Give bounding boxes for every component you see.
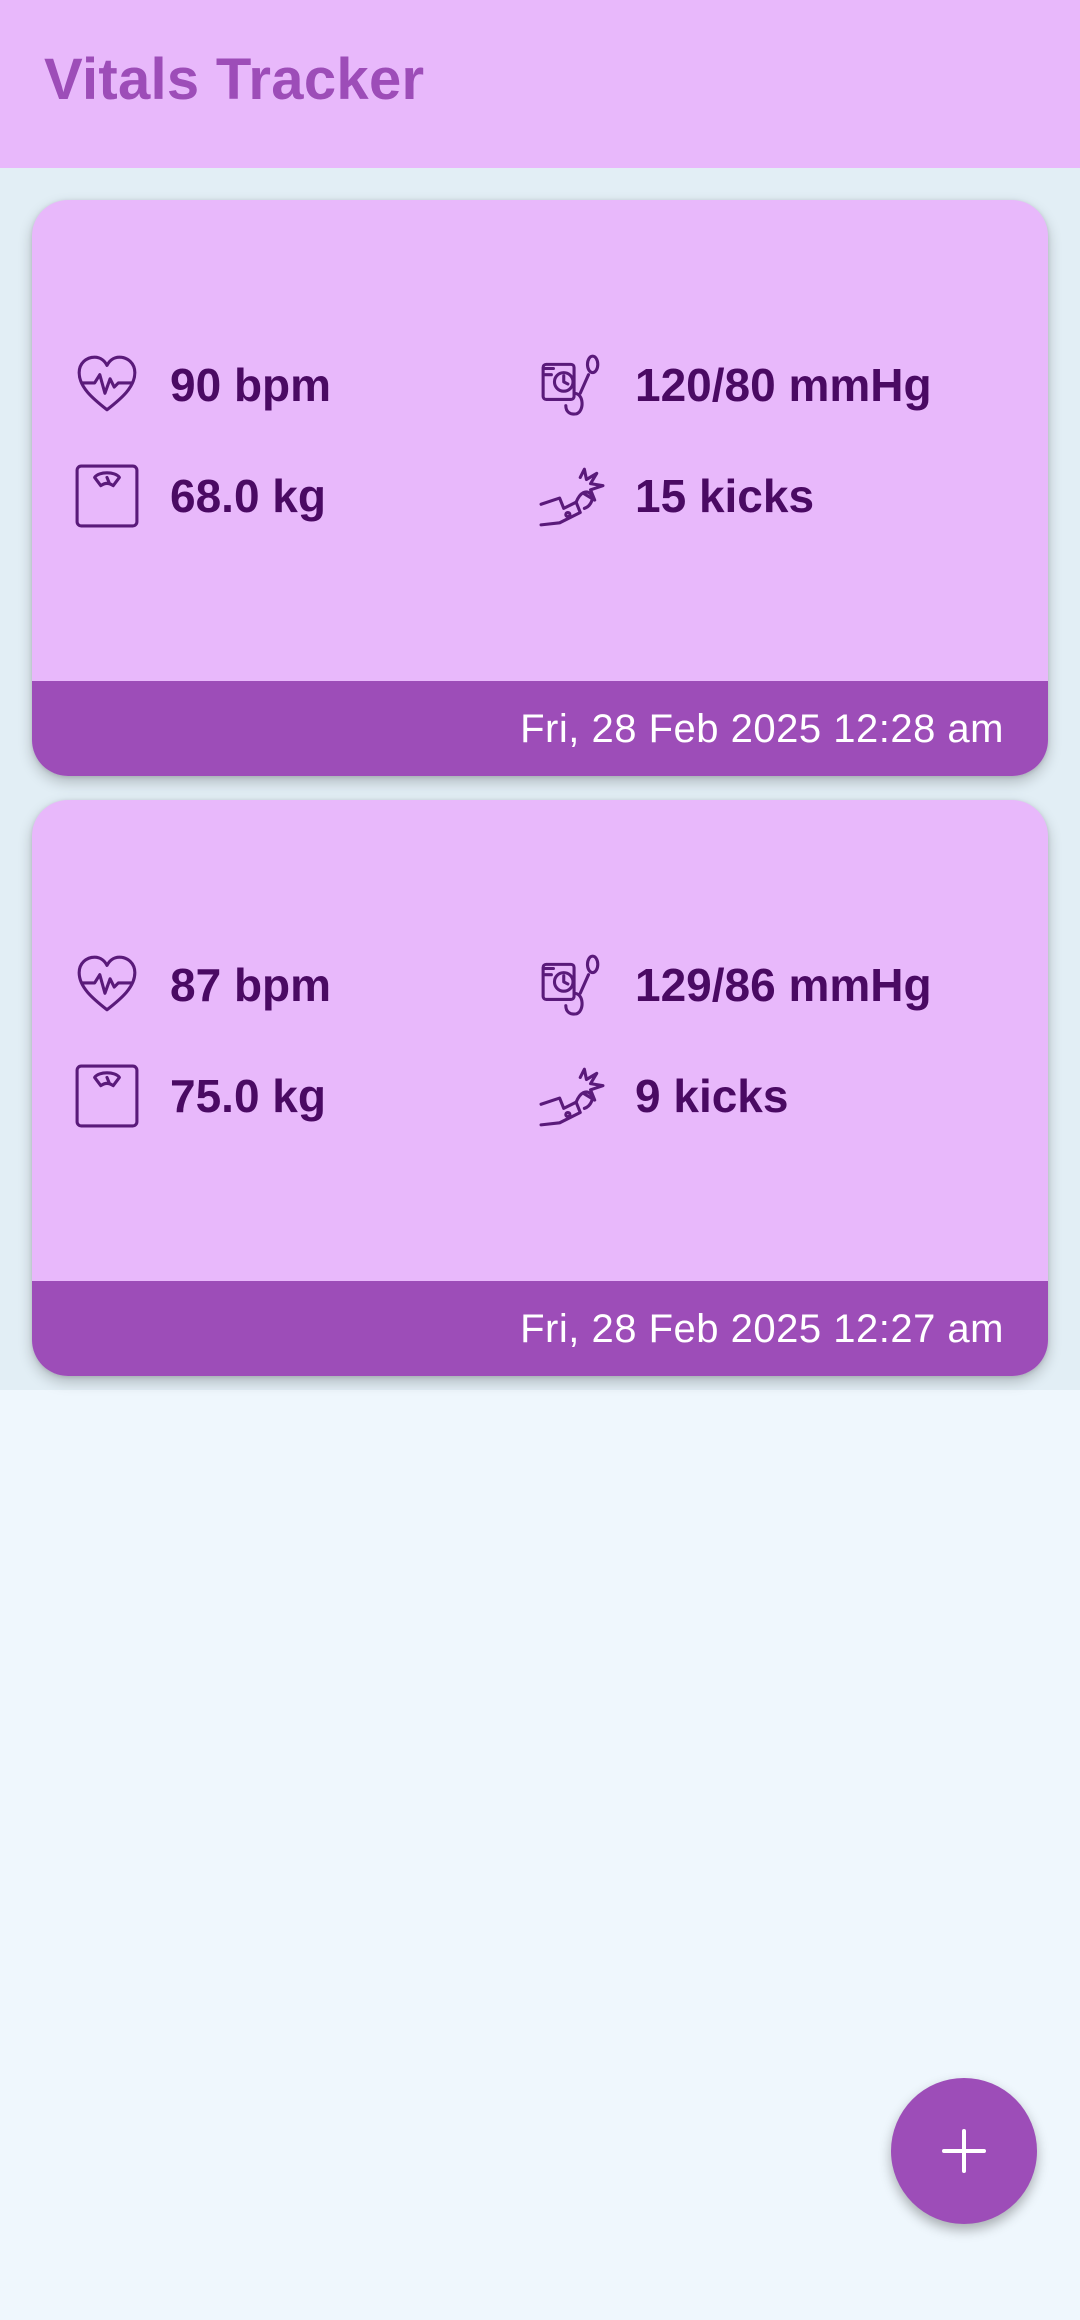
blood-pressure-item: 120/80 mmHg [537,350,932,420]
blood-pressure-item: 129/86 mmHg [537,950,932,1020]
card-footer: Fri, 28 Feb 2025 12:27 am [32,1281,1048,1376]
blood-pressure-value: 129/86 mmHg [635,959,932,1011]
add-entry-button[interactable] [891,2078,1037,2224]
blood-pressure-monitor-icon [537,950,607,1020]
weight-item: 68.0 kg [72,461,326,531]
blood-pressure-value: 120/80 mmHg [635,359,932,411]
vitals-entry-card[interactable]: 87 bpm 129/86 mmHg 75.0 kg 9 kicks Fri, … [32,800,1048,1376]
heart-pulse-icon [72,350,142,420]
app-title: Vitals Tracker [44,47,425,112]
weight-value: 75.0 kg [170,1070,326,1122]
kicks-value: 9 kicks [635,1070,789,1122]
plus-icon [942,2129,986,2173]
app-bar: Vitals Tracker [0,0,1080,168]
weighing-scale-icon [72,1061,142,1131]
heart-rate-value: 87 bpm [170,959,332,1011]
entry-timestamp: Fri, 28 Feb 2025 12:27 am [520,1307,1004,1351]
kicks-item: 15 kicks [537,461,814,531]
weight-item: 75.0 kg [72,1061,326,1131]
heart-rate-item: 87 bpm [72,950,331,1020]
baby-kick-icon [537,1061,607,1131]
blood-pressure-monitor-icon [537,350,607,420]
vitals-entry-card[interactable]: 90 bpm 120/80 mmHg 68.0 kg 15 kicks Fri,… [32,200,1048,776]
kicks-value: 15 kicks [635,470,815,522]
weight-value: 68.0 kg [170,470,326,522]
card-footer: Fri, 28 Feb 2025 12:28 am [32,681,1048,776]
entry-timestamp: Fri, 28 Feb 2025 12:28 am [520,707,1004,751]
baby-kick-icon [537,461,607,531]
heart-rate-value: 90 bpm [170,359,332,411]
heart-pulse-icon [72,950,142,1020]
heart-rate-item: 90 bpm [72,350,331,420]
weighing-scale-icon [72,461,142,531]
kicks-item: 9 kicks [537,1061,788,1131]
